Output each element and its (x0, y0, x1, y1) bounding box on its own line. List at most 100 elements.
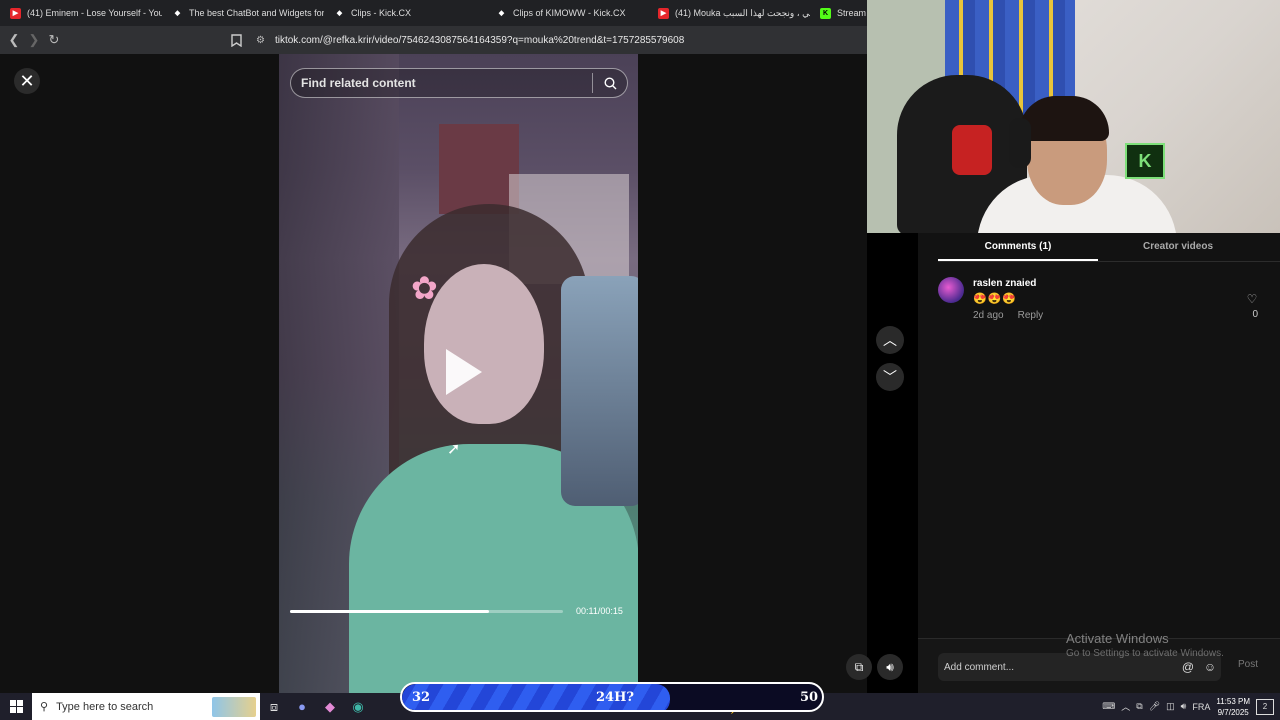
goal-middle-value: 24H? (596, 690, 634, 705)
comment-input[interactable] (938, 661, 1177, 673)
search-icon[interactable] (593, 76, 627, 90)
tab-comments[interactable]: Comments (1) (938, 233, 1098, 261)
comment-item: raslen znaied 😍😍😍 2d ago Reply ♡ 0 (938, 277, 1260, 327)
edge-icon[interactable]: ◉ (344, 693, 372, 720)
taskbar-search-input[interactable] (56, 700, 197, 713)
post-button[interactable]: Post (1238, 659, 1258, 670)
language-indicator[interactable]: FRA (1192, 702, 1210, 712)
comments-panel: Comments (1) Creator videos raslen znaie… (918, 233, 1280, 693)
comment-text: 😍😍😍 (973, 293, 1018, 305)
browser-toolbar: ❮ ❯ ↻ ⚙ tiktok.com/@refka.krir/video/754… (0, 26, 867, 54)
windows-icon (9, 700, 23, 713)
clock-time: 11:53 PM (1216, 696, 1250, 706)
tab-title: (41) Eminem - Lose Yourself - YouTub (27, 8, 162, 18)
task-view-icon[interactable]: ⧈ (260, 693, 288, 720)
url-text: tiktok.com/@refka.krir/video/75462430875… (274, 34, 685, 46)
browser-tab[interactable]: ▶ (41) Mouka ‫طي ، ونجحت لهذا السبب (648, 0, 810, 26)
notification-center-button[interactable]: 2 (1256, 698, 1274, 715)
add-comment-bar: @ ☺ Post (918, 638, 1280, 693)
mention-icon[interactable]: @ (1177, 660, 1199, 674)
video-progress-bar[interactable] (290, 610, 563, 613)
like-count: 0 (1252, 309, 1258, 320)
network-icon[interactable]: ⧉ (1136, 701, 1142, 712)
keyboard-icon[interactable]: ⌨ (1102, 701, 1115, 712)
forward-icon[interactable]: ❯ (24, 30, 44, 50)
youtube-icon: ▶ (658, 7, 669, 19)
video-progress-fill (290, 610, 490, 613)
taskbar-clock[interactable]: 11:53 PM 9/7/2025 (1216, 696, 1250, 718)
picture-in-picture-button[interactable]: ⧉ (846, 654, 872, 680)
search-input[interactable] (291, 76, 592, 90)
browser-tab[interactable]: ▶ (41) Eminem - Lose Yourself - YouTub (0, 0, 162, 26)
webcam-overlay: K (867, 0, 1280, 233)
related-search-bar (290, 68, 628, 98)
browser-tab[interactable]: ◆ Clips - Kick.CX (324, 0, 486, 26)
bookmark-icon[interactable] (226, 30, 246, 50)
windows-start-button[interactable] (0, 693, 32, 720)
video-frame-phone (561, 276, 638, 506)
screen: ▶ (41) Eminem - Lose Yourself - YouTub ◆… (0, 0, 1280, 720)
comment-meta: 2d ago Reply (973, 310, 1043, 321)
site-settings-icon[interactable]: ⚙ (256, 35, 265, 46)
browser-tab[interactable]: ◆ The best ChatBot and Widgets for K (162, 0, 324, 26)
browser-tab[interactable]: K Stream (810, 0, 867, 26)
comment-age: 2d ago (973, 310, 1004, 321)
comment-username[interactable]: raslen znaied (973, 278, 1036, 289)
activate-windows-subtitle: Go to Settings to activate Windows. (1066, 648, 1224, 659)
emoji-icon[interactable]: ☺ (1199, 660, 1221, 674)
youtube-icon: ▶ (10, 7, 21, 19)
close-icon: ✕ (19, 70, 35, 91)
mouse-cursor-icon: ➚ (447, 441, 461, 458)
comments-tabs: Comments (1) Creator videos (938, 233, 1280, 262)
previous-video-button[interactable]: ︿ (876, 326, 904, 354)
volume-button[interactable]: 🔊︎ (877, 654, 903, 680)
next-video-button[interactable]: ﹀ (876, 363, 904, 391)
tab-title: Stream (837, 8, 867, 18)
pip-icon: ⧉ (854, 659, 864, 674)
copilot-icon[interactable]: ◆ (316, 693, 344, 720)
clock-date: 9/7/2025 (1217, 707, 1249, 717)
tab-creator-videos[interactable]: Creator videos (1098, 233, 1258, 261)
tab-title: Clips - Kick.CX (351, 8, 412, 18)
reply-button[interactable]: Reply (1018, 310, 1044, 321)
video-frame-face (424, 264, 544, 424)
tab-title: Clips of KIMOWW - Kick.CX (513, 8, 626, 18)
wifi-icon[interactable]: ◫ (1166, 701, 1175, 712)
search-icon: ⚲ (40, 701, 49, 713)
reload-icon[interactable]: ↻ (44, 30, 64, 50)
webcam-chair-accent (952, 125, 992, 175)
discord-icon[interactable]: ● (288, 693, 316, 720)
tab-title: The best ChatBot and Widgets for K (189, 8, 324, 18)
close-button[interactable]: ✕ (14, 68, 40, 94)
diamond-icon: ◆ (174, 10, 181, 17)
microphone-icon[interactable]: 🎤︎ (1149, 701, 1160, 712)
chevron-up-icon: ︿ (883, 332, 897, 348)
kick-logo: K (1125, 143, 1165, 179)
diamond-icon: ◆ (336, 10, 343, 17)
search-highlight-image (212, 696, 256, 717)
browser-tab[interactable]: ◆ Clips of KIMOWW - Kick.CX (486, 0, 648, 26)
video-timecode: 00:11/00:15 (576, 606, 623, 616)
chevron-up-icon[interactable]: ︿ (1121, 700, 1130, 713)
goal-right-value: 50 (800, 690, 819, 705)
system-tray: ⌨ ︿ ⧉ 🎤︎ ◫ 🔊︎ FRA 11:53 PM 9/7/2025 2 (1102, 693, 1280, 720)
speaker-icon[interactable]: 🔊︎ (1181, 701, 1187, 712)
stream-goal-overlay: 32 24H? 50 (400, 682, 824, 712)
video-frame-window (439, 124, 519, 214)
browser-tab-bar: ▶ (41) Eminem - Lose Yourself - YouTub ◆… (0, 0, 867, 26)
kick-icon: K (820, 7, 831, 19)
back-icon[interactable]: ❮ (4, 30, 24, 50)
avatar[interactable] (938, 277, 964, 303)
goal-left-value: 32 (412, 690, 431, 705)
flower-icon: ✿ (411, 270, 438, 306)
chevron-down-icon: ﹀ (883, 369, 897, 385)
address-bar[interactable]: ⚙ tiktok.com/@refka.krir/video/754624308… (256, 35, 684, 46)
video-page: ✕ ✿ ➚ 00:11/00:15 ︿ ﹀ (0, 54, 904, 693)
play-icon[interactable] (446, 349, 482, 395)
heart-icon[interactable]: ♡ (1244, 292, 1260, 306)
tab-title: (41) Mouka ‫طي ، ونجحت لهذا السبب (675, 7, 810, 18)
webcam-person-hair (1019, 96, 1109, 141)
notification-count: 2 (1262, 702, 1268, 711)
taskbar-search[interactable]: ⚲ (32, 693, 260, 720)
diamond-icon: ◆ (498, 10, 505, 17)
